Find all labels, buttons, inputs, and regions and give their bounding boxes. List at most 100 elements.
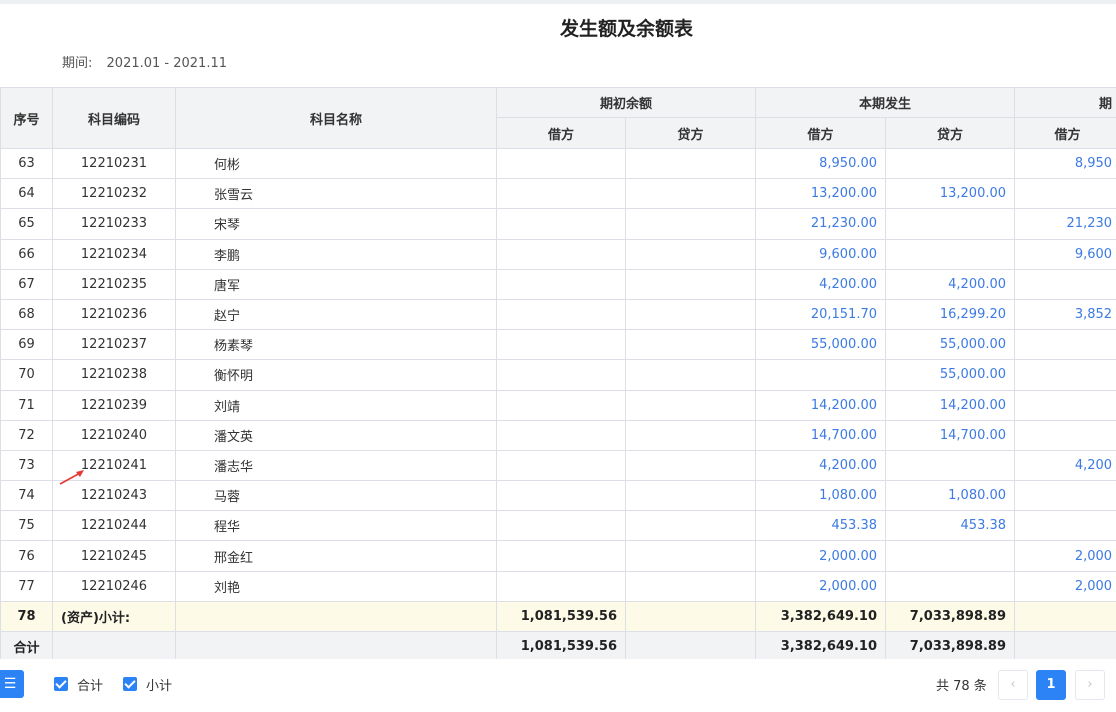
total-open-debit: 1,081,539.56: [496, 630, 626, 659]
col-closing-debit-header[interactable]: 借方: [1014, 117, 1116, 149]
table-row[interactable]: 65 12210233 宋琴 21,230.00 21,230: [0, 208, 1116, 240]
cell-name: 李鹏: [175, 238, 497, 270]
cell-name: 何彬: [175, 147, 497, 180]
cell-cur-credit: 16,299.20: [885, 298, 1016, 331]
balance-table: 序号 科目编码 科目名称 期初余额 本期发生 期 借方 贷方 借方 贷方 借方 …: [0, 87, 1116, 659]
col-name-header[interactable]: 科目名称: [175, 87, 497, 149]
cell-cur-debit: 20,151.70: [755, 298, 887, 331]
cell-name: 程华: [175, 510, 497, 542]
cell-name: 马蓉: [175, 480, 497, 512]
cell-open-debit: [496, 178, 626, 210]
cell-cur-credit: 13,200.00: [885, 178, 1016, 210]
cell-open-credit: [624, 389, 757, 421]
cell-end-debit: [1014, 480, 1116, 512]
cell-name: 潘志华: [175, 449, 497, 482]
cell-seq: 67: [0, 268, 53, 300]
period-label: 期间:: [62, 56, 93, 71]
total-label: 合计: [0, 630, 53, 659]
table-row[interactable]: 71 12210239 刘靖 14,200.00 14,200.00: [0, 389, 1116, 421]
subtotal-checkbox[interactable]: [123, 677, 137, 691]
next-page-button[interactable]: ›: [1075, 670, 1105, 700]
table-row[interactable]: 70 12210238 衡怀明 55,000.00: [0, 359, 1116, 391]
col-opening-credit-header[interactable]: 贷方: [624, 117, 757, 149]
cell-name: 刘靖: [175, 389, 497, 421]
cell-cur-debit: 13,200.00: [755, 178, 887, 210]
table-row[interactable]: 72 12210240 潘文英 14,700.00 14,700.00: [0, 419, 1116, 451]
cell-end-debit: 4,200: [1014, 449, 1116, 482]
subtotal-row[interactable]: 78 (资产)小计: 1,081,539.56 3,382,649.10 7,0…: [0, 600, 1116, 633]
total-cur-debit: 3,382,649.10: [755, 630, 887, 659]
cell-cur-debit: 14,700.00: [755, 419, 887, 451]
subtotal-seq: 78: [0, 600, 53, 633]
total-checkbox[interactable]: [54, 677, 68, 691]
cell-name: 邢金红: [175, 540, 497, 572]
subtotal-cur-credit: 7,033,898.89: [885, 600, 1016, 633]
table-row[interactable]: 77 12210246 刘艳 2,000.00 2,000: [0, 570, 1116, 602]
table-row[interactable]: 68 12210236 赵宁 20,151.70 16,299.20 3,852: [0, 298, 1116, 331]
table-row[interactable]: 75 12210244 程华 453.38 453.38: [0, 510, 1116, 542]
cell-open-debit: [496, 238, 626, 270]
prev-page-button[interactable]: ‹: [998, 670, 1028, 700]
table-row[interactable]: 76 12210245 邢金红 2,000.00 2,000: [0, 540, 1116, 572]
col-current-credit-header[interactable]: 贷方: [885, 117, 1016, 149]
cell-end-debit: [1014, 510, 1116, 542]
cell-open-credit: [624, 570, 757, 602]
total-end-debit: [1014, 630, 1116, 659]
col-current-debit-header[interactable]: 借方: [755, 117, 887, 149]
cell-cur-credit: [885, 238, 1016, 270]
cell-seq: 70: [0, 359, 53, 391]
table-row[interactable]: 63 12210231 何彬 8,950.00 8,950: [0, 147, 1116, 180]
period-info: 期间: 2021.01 - 2021.11: [62, 52, 227, 71]
cell-open-debit: [496, 419, 626, 451]
cell-open-debit: [496, 540, 626, 572]
table-row[interactable]: 74 12210243 马蓉 1,080.00 1,080.00: [0, 480, 1116, 512]
cell-end-debit: [1014, 268, 1116, 300]
cell-open-credit: [624, 147, 757, 180]
cell-cur-debit: 9,600.00: [755, 238, 887, 270]
page-1-button[interactable]: 1: [1036, 670, 1066, 700]
subtotal-checkbox-label[interactable]: 小计: [146, 675, 172, 694]
subtotal-label: (资产)小计:: [52, 600, 176, 633]
total-row[interactable]: 合计 1,081,539.56 3,382,649.10 7,033,898.8…: [0, 630, 1116, 659]
total-checkbox-label[interactable]: 合计: [77, 675, 103, 694]
cell-open-debit: [496, 268, 626, 300]
cell-end-debit: [1014, 329, 1116, 361]
total-name-empty: [175, 630, 497, 659]
cell-cur-credit: [885, 449, 1016, 482]
cell-seq: 64: [0, 178, 53, 210]
cell-cur-credit: 55,000.00: [885, 329, 1016, 361]
table-row[interactable]: 66 12210234 李鹏 9,600.00 9,600: [0, 238, 1116, 270]
cell-name: 刘艳: [175, 570, 497, 602]
report-title: 发生额及余额表: [560, 14, 693, 41]
col-code-header[interactable]: 科目编码: [52, 87, 176, 149]
cell-code: 12210235: [52, 268, 176, 300]
cell-name: 张雪云: [175, 178, 497, 210]
cell-open-debit: [496, 329, 626, 361]
cell-end-debit: 2,000: [1014, 540, 1116, 572]
report-title-text: 发生额及余额表: [560, 18, 694, 40]
table-row[interactable]: 69 12210237 杨素琴 55,000.00 55,000.00: [0, 329, 1116, 361]
cell-cur-debit: 4,200.00: [755, 449, 887, 482]
table-row[interactable]: 67 12210235 唐军 4,200.00 4,200.00: [0, 268, 1116, 300]
cell-code: 12210240: [52, 419, 176, 451]
period-value: 2021.01 - 2021.11: [106, 56, 228, 71]
cell-open-credit: [624, 268, 757, 300]
cell-seq: 66: [0, 238, 53, 270]
balance-table-container[interactable]: 序号 科目编码 科目名称 期初余额 本期发生 期 借方 贷方 借方 贷方 借方 …: [0, 87, 1116, 659]
cell-seq: 65: [0, 208, 53, 240]
total-code-empty: [52, 630, 176, 659]
cell-open-credit: [624, 449, 757, 482]
cell-code: 12210239: [52, 389, 176, 421]
cell-open-debit: [496, 389, 626, 421]
cell-open-credit: [624, 298, 757, 331]
col-seq-header[interactable]: 序号: [0, 87, 53, 149]
table-row[interactable]: 73 12210241 潘志华 4,200.00 4,200: [0, 449, 1116, 482]
cell-cur-credit: 14,200.00: [885, 389, 1016, 421]
cell-code: 12210238: [52, 359, 176, 391]
cell-open-debit: [496, 480, 626, 512]
col-current-header: 本期发生: [755, 87, 1016, 118]
table-row[interactable]: 64 12210232 张雪云 13,200.00 13,200.00: [0, 178, 1116, 210]
col-opening-debit-header[interactable]: 借方: [496, 117, 626, 149]
column-menu-button[interactable]: ☰: [0, 670, 24, 698]
cell-code: 12210232: [52, 178, 176, 210]
